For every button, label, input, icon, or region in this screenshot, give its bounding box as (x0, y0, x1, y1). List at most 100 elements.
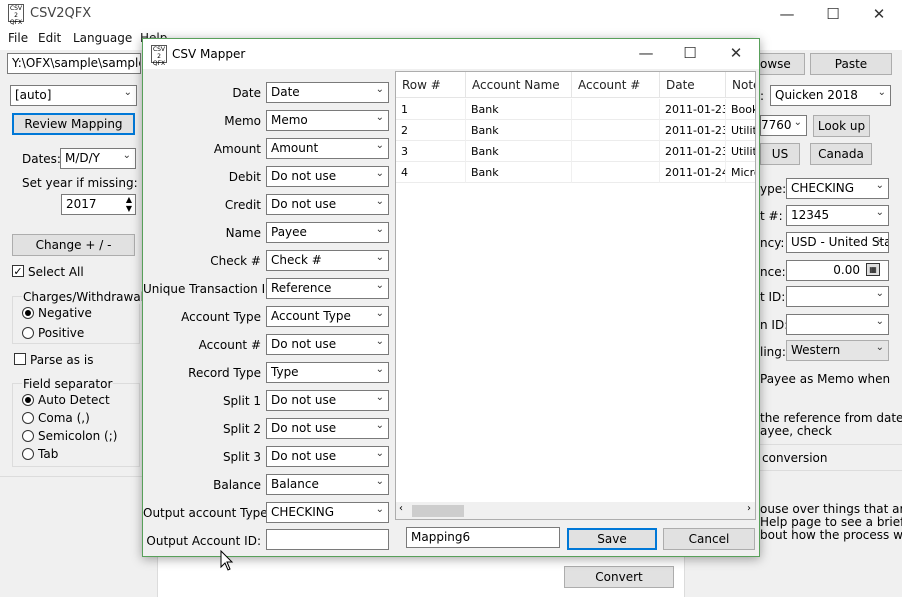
table-cell: 4 (396, 162, 466, 183)
currency-label: ncy: (760, 236, 785, 250)
mapping-select[interactable]: Do not use ⌄ (266, 446, 389, 467)
lookup-button[interactable]: Look up (813, 115, 870, 137)
mapping-label: Amount (213, 142, 261, 156)
output-account-id-input[interactable] (266, 529, 389, 550)
column-header[interactable]: Row # (396, 72, 466, 98)
spinner-arrows-icon[interactable]: ▲ ▼ (126, 195, 132, 213)
coma-radio[interactable] (22, 412, 34, 424)
mapping-select[interactable]: Do not use ⌄ (266, 334, 389, 355)
mapping-select[interactable]: CHECKING ⌄ (266, 502, 389, 523)
reference-note-1: the reference from date, (760, 411, 902, 425)
mapping-select[interactable]: Date ⌄ (266, 82, 389, 103)
reference-note-2: ayee, check (760, 424, 832, 438)
chevron-down-icon: ⌄ (375, 84, 384, 95)
mapping-name-input[interactable]: Mapping6 (406, 527, 560, 548)
csv-mapper-dialog: CSV 2 QFX CSV Mapper — ☐ ✕ Date Date ⌄ Memo Me… (142, 38, 760, 557)
chevron-down-icon: ⌄ (875, 180, 884, 191)
encoding-select[interactable]: [auto] ⌄ (10, 85, 137, 106)
quicken-version-select[interactable]: Quicken 2018 ⌄ (770, 85, 891, 106)
id2-select[interactable]: ⌄ (786, 314, 889, 335)
bank-id-select[interactable]: 7760 ⌄ (760, 115, 807, 136)
mapping-select[interactable]: Do not use ⌄ (266, 390, 389, 411)
canada-button[interactable]: Canada (810, 143, 872, 165)
maximize-icon[interactable]: ☐ (810, 0, 856, 28)
mapping-select[interactable]: Do not use ⌄ (266, 194, 389, 215)
convert-button[interactable]: Convert (564, 566, 674, 588)
mapping-select[interactable]: Balance ⌄ (266, 474, 389, 495)
chevron-down-icon: ⌄ (122, 150, 131, 161)
dialog-minimize-icon[interactable]: — (623, 39, 669, 69)
review-mapping-button[interactable]: Review Mapping (12, 113, 135, 135)
menu-language[interactable]: Language (73, 31, 132, 45)
column-header[interactable]: Account # (572, 72, 660, 98)
main-title-bar: CSV 2 QFX CSV2QFX — ☐ ✕ (0, 0, 902, 28)
set-year-label: Set year if missing: (22, 176, 138, 190)
output-account-id-label: Output Account ID: (146, 534, 261, 548)
mouse-cursor-icon (220, 550, 234, 571)
semicolon-radio[interactable] (22, 430, 34, 442)
auto-detect-radio[interactable] (22, 394, 34, 406)
calculator-icon[interactable]: ▦ (866, 263, 880, 276)
change-sign-button[interactable]: Change + / - (12, 234, 135, 256)
dialog-close-icon[interactable]: ✕ (713, 39, 759, 69)
mapping-select[interactable]: Type ⌄ (266, 362, 389, 383)
column-header[interactable]: Date (660, 72, 726, 98)
mapping-select[interactable]: Amount ⌄ (266, 138, 389, 159)
account-type-select[interactable]: CHECKING ⌄ (786, 178, 889, 199)
negative-label: Negative (38, 306, 92, 320)
year-spinner[interactable]: 2017 ▲ ▼ (61, 194, 136, 215)
scrollbar-thumb[interactable] (412, 505, 464, 517)
date-format-select[interactable]: M/D/Y ⌄ (60, 148, 136, 169)
id1-select[interactable]: ⌄ (786, 286, 889, 307)
minimize-icon[interactable]: — (764, 0, 810, 28)
close-icon[interactable]: ✕ (856, 0, 902, 28)
tab-radio[interactable] (22, 448, 34, 460)
column-header[interactable]: Account Name (466, 72, 572, 98)
mapping-select[interactable]: Memo ⌄ (266, 110, 389, 131)
payee-memo-note: Payee as Memo when (760, 372, 891, 386)
scroll-right-icon[interactable]: › (747, 503, 751, 514)
mapping-value: Account Type (271, 309, 351, 323)
mapping-label: Balance (213, 478, 261, 492)
parse-as-is-checkbox[interactable] (14, 353, 26, 365)
negative-radio[interactable] (22, 307, 34, 319)
paste-button[interactable]: Paste (810, 53, 892, 75)
scroll-left-icon[interactable]: ‹ (399, 503, 403, 514)
us-button[interactable]: US (760, 143, 800, 165)
file-path-input[interactable]: Y:\OFX\sample\sample.csv (7, 53, 141, 74)
dialog-title: CSV Mapper (172, 47, 246, 61)
mapping-select[interactable]: Do not use ⌄ (266, 166, 389, 187)
positive-radio[interactable] (22, 327, 34, 339)
mapping-label: Debit (228, 170, 261, 184)
mapping-select[interactable]: Do not use ⌄ (266, 418, 389, 439)
menu-edit[interactable]: Edit (38, 31, 61, 45)
mapping-value: Check # (271, 253, 322, 267)
currency-select[interactable]: USD - United Sta ⌄ (786, 232, 889, 253)
horizontal-scrollbar[interactable]: ‹ › (395, 502, 756, 520)
encoding2-select[interactable]: Western ⌄ (786, 340, 889, 361)
table-cell: 2011-01-23 (660, 141, 726, 162)
mapping-select[interactable]: Check # ⌄ (266, 250, 389, 271)
dialog-logo-icon: CSV 2 QFX (151, 45, 167, 67)
column-header[interactable]: Notes (726, 72, 755, 98)
account-number-input[interactable]: 12345 ⌄ (786, 205, 889, 226)
mapping-select[interactable]: Reference ⌄ (266, 278, 389, 299)
help-note-2: Help page to see a brief (760, 515, 902, 529)
cancel-button[interactable]: Cancel (663, 528, 755, 550)
app-title: CSV2QFX (30, 6, 92, 21)
chevron-down-icon: ⌄ (875, 342, 884, 353)
divider (760, 444, 902, 445)
save-button[interactable]: Save (567, 528, 657, 550)
auto-detect-label: Auto Detect (38, 393, 110, 407)
dialog-maximize-icon[interactable]: ☐ (667, 39, 713, 69)
menu-file[interactable]: File (8, 31, 28, 45)
mapping-label: Memo (224, 114, 261, 128)
table-cell: 2011-01-23 (660, 120, 726, 141)
table-cell: Bank (466, 162, 572, 183)
mapping-label: Account Type (181, 310, 261, 324)
dates-label: Dates: (22, 152, 61, 166)
mapping-select[interactable]: Payee ⌄ (266, 222, 389, 243)
mapping-select[interactable]: Account Type ⌄ (266, 306, 389, 327)
account-type-label: ype: (760, 182, 787, 196)
select-all-checkbox[interactable]: ✓ (12, 265, 24, 277)
